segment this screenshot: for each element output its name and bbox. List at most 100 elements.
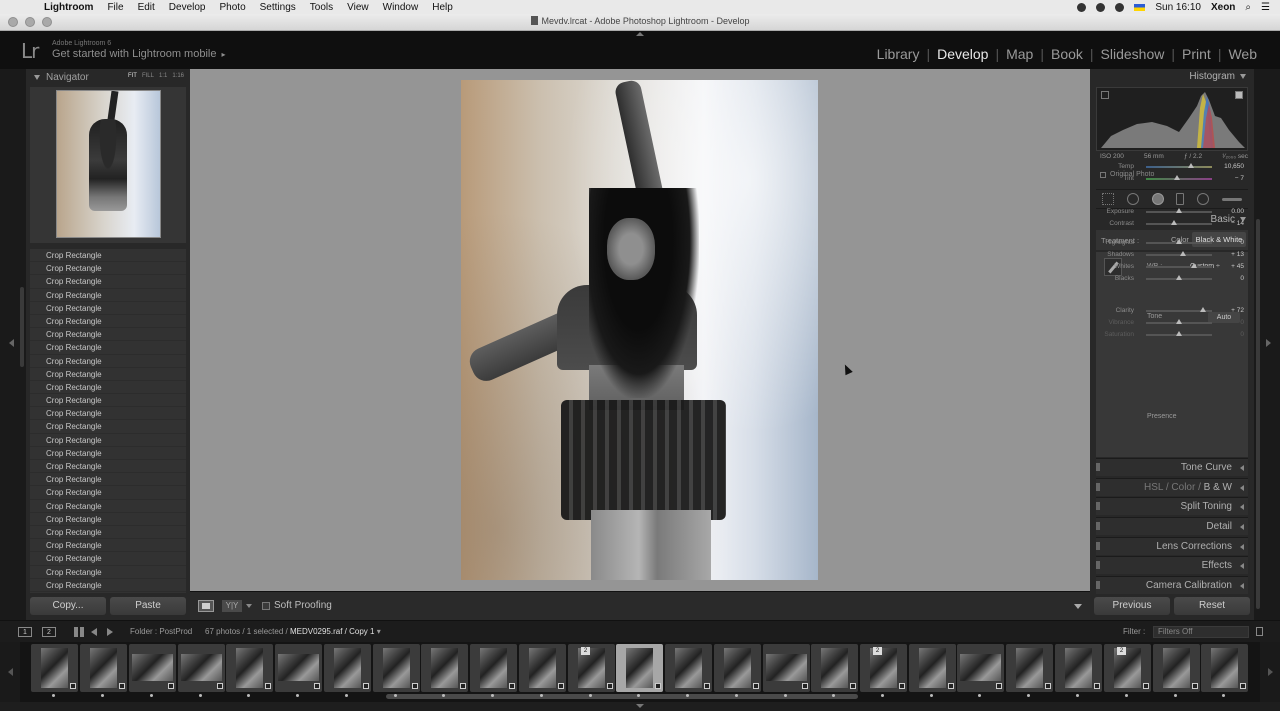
menu-photo[interactable]: Photo	[220, 2, 246, 13]
reset-button[interactable]: Reset	[1174, 597, 1250, 615]
forward-arrow-icon[interactable]	[107, 628, 113, 636]
history-item[interactable]: Crop Rectangle	[30, 420, 186, 434]
red-eye-icon[interactable]	[1151, 193, 1164, 205]
module-develop[interactable]: Develop	[930, 46, 995, 62]
blacks-slider-handle[interactable]	[1176, 275, 1182, 280]
record-icon[interactable]	[1077, 2, 1087, 12]
soft-proofing-label[interactable]: Soft Proofing	[274, 600, 332, 611]
tint-value[interactable]: − 7	[1235, 175, 1244, 182]
whites-slider-handle[interactable]	[1190, 263, 1197, 268]
shadows-slider[interactable]	[1146, 251, 1212, 256]
panel-switch[interactable]	[1096, 561, 1100, 569]
split-toning-section[interactable]: Split Toning	[1096, 497, 1248, 515]
filmstrip-thumbnail[interactable]	[324, 644, 371, 697]
highlights-slider-handle[interactable]	[1176, 239, 1182, 244]
history-item[interactable]: Crop Rectangle	[30, 513, 186, 526]
clarity-value[interactable]: + 72	[1231, 307, 1244, 314]
tab-hsl[interactable]: HSL	[1144, 482, 1163, 493]
filter-lock-icon[interactable]	[1256, 627, 1263, 636]
navigator-preview[interactable]	[30, 87, 186, 243]
image-canvas[interactable]	[190, 69, 1090, 591]
history-item[interactable]: Crop Rectangle	[30, 434, 186, 447]
tint-slider[interactable]	[1146, 175, 1212, 180]
filmstrip-thumbnail[interactable]	[31, 644, 78, 697]
whites-slider[interactable]	[1146, 263, 1212, 268]
filmstrip-thumbnail[interactable]	[909, 644, 956, 697]
left-panel-scrollbar[interactable]	[20, 287, 24, 367]
shadows-slider-handle[interactable]	[1179, 251, 1186, 256]
panel-switch[interactable]	[1096, 502, 1100, 510]
history-item[interactable]: Crop Rectangle	[30, 368, 186, 381]
stack-count-badge[interactable]: 2	[1117, 647, 1126, 655]
collapse-right-panel-icon[interactable]	[1266, 339, 1271, 347]
shadow-clipping-indicator[interactable]	[1101, 91, 1109, 99]
user-name[interactable]: Xeon	[1211, 2, 1235, 13]
zoom-fill[interactable]: FILL	[142, 73, 154, 79]
filmstrip-thumbnail[interactable]	[275, 644, 322, 697]
menu-view[interactable]: View	[347, 2, 369, 13]
filmstrip-thumbnail[interactable]	[80, 644, 127, 697]
filmstrip-thumbnail[interactable]	[226, 644, 273, 697]
panel-switch[interactable]	[1096, 483, 1100, 491]
history-item[interactable]: Crop Rectangle	[30, 552, 186, 566]
soft-proofing-checkbox[interactable]	[262, 602, 270, 610]
gear-icon[interactable]	[1096, 2, 1106, 12]
clock[interactable]: Sun 16:10	[1155, 2, 1201, 13]
filmstrip-thumbnail[interactable]	[1201, 644, 1248, 697]
tint-slider-handle[interactable]	[1174, 175, 1181, 180]
highlights-value[interactable]: 0	[1240, 239, 1244, 246]
stack-count-badge[interactable]: 2	[873, 647, 882, 655]
graduated-filter-icon[interactable]	[1176, 193, 1185, 205]
filmstrip-thumbnail[interactable]	[1055, 644, 1102, 697]
chevron-down-icon[interactable]: ▾	[377, 627, 381, 636]
contrast-slider-handle[interactable]	[1171, 220, 1178, 225]
history-item[interactable]: Crop Rectangle	[30, 486, 186, 500]
loupe-view-icon[interactable]	[198, 600, 214, 612]
exposure-slider[interactable]	[1146, 208, 1212, 213]
lightroom-mobile-link[interactable]: Get started with Lightroom mobile ▸	[52, 48, 225, 60]
main-photo[interactable]	[461, 80, 818, 580]
history-item[interactable]: Crop Rectangle	[30, 249, 186, 263]
history-item[interactable]: Crop Rectangle	[30, 289, 186, 302]
filmstrip-thumbnail[interactable]: 2	[568, 644, 615, 697]
filmstrip-thumbnail[interactable]: 2	[860, 644, 907, 697]
chevron-down-icon[interactable]	[246, 604, 252, 608]
filmstrip-thumbnail[interactable]	[763, 644, 810, 697]
highlights-slider[interactable]	[1146, 239, 1212, 244]
main-window-button[interactable]: 1	[18, 627, 32, 637]
panel-switch[interactable]	[1096, 463, 1100, 471]
tab-bw[interactable]: B & W	[1204, 482, 1232, 493]
history-item[interactable]: Crop Rectangle	[30, 355, 186, 368]
menu-app[interactable]: Lightroom	[44, 2, 93, 13]
vibrance-slider[interactable]	[1146, 319, 1212, 324]
history-item[interactable]: Crop Rectangle	[30, 262, 186, 276]
histogram-header[interactable]: Histogram	[1189, 71, 1246, 82]
filmstrip-thumbnail[interactable]	[616, 644, 663, 697]
second-window-button[interactable]: 2	[42, 627, 56, 637]
filmstrip-thumbnail[interactable]	[811, 644, 858, 697]
filmstrip-thumbnail[interactable]	[714, 644, 761, 697]
copy-button[interactable]: Copy...	[30, 597, 106, 615]
menu-help[interactable]: Help	[432, 2, 453, 13]
shadows-value[interactable]: + 13	[1231, 251, 1244, 258]
whites-value[interactable]: + 45	[1231, 263, 1244, 270]
contrast-slider[interactable]	[1146, 220, 1212, 225]
menu-develop[interactable]: Develop	[169, 2, 206, 13]
menu-tools[interactable]: Tools	[310, 2, 333, 13]
history-item[interactable]: Crop Rectangle	[30, 526, 186, 540]
previous-button[interactable]: Previous	[1094, 597, 1170, 615]
menu-file[interactable]: File	[107, 2, 123, 13]
panel-switch[interactable]	[1096, 522, 1100, 530]
module-map[interactable]: Map	[999, 46, 1040, 62]
filmstrip-scroll-right-icon[interactable]	[1260, 642, 1280, 702]
filmstrip-thumbnail[interactable]	[665, 644, 712, 697]
vibrance-value[interactable]: 0	[1240, 319, 1244, 326]
history-item[interactable]: Crop Rectangle	[30, 315, 186, 329]
adjustment-brush-icon[interactable]	[1221, 197, 1242, 201]
history-item[interactable]: Crop Rectangle	[30, 539, 186, 553]
histogram-display[interactable]	[1096, 87, 1248, 151]
filter-select[interactable]: Filters Off	[1153, 626, 1249, 638]
blacks-slider[interactable]	[1146, 275, 1212, 280]
history-item[interactable]: Crop Rectangle	[30, 394, 186, 408]
photo-count[interactable]: 67 photos / 1 selected / MEDV0295.raf / …	[205, 627, 381, 636]
